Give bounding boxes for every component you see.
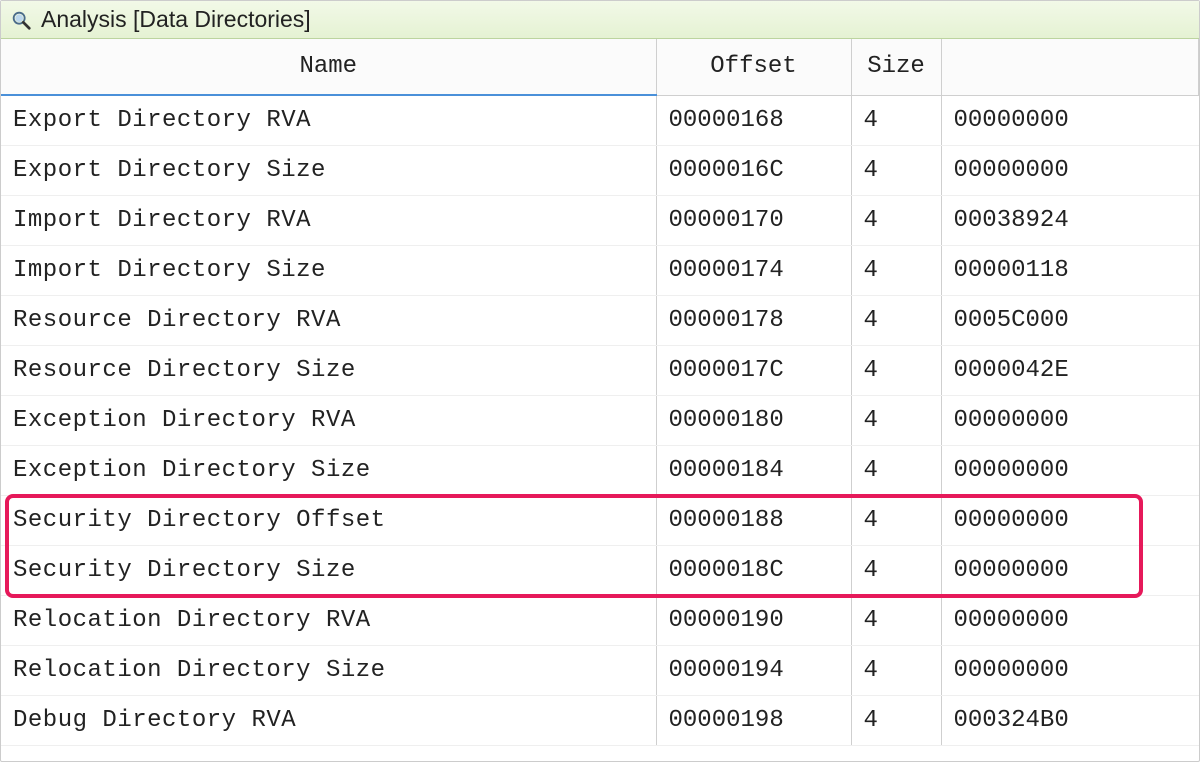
cell-size: 4 bbox=[851, 546, 941, 596]
cell-value: 00038924 bbox=[941, 196, 1199, 246]
table-row[interactable]: Exception Directory Size0000018440000000… bbox=[1, 446, 1199, 496]
cell-size: 4 bbox=[851, 496, 941, 546]
cell-offset: 00000170 bbox=[656, 196, 851, 246]
table-scroll[interactable]: Name Offset Size Export Directory RVA000… bbox=[1, 39, 1199, 761]
cell-name: Resource Directory RVA bbox=[1, 296, 656, 346]
cell-name: Security Directory Size bbox=[1, 546, 656, 596]
cell-value: 00000000 bbox=[941, 646, 1199, 696]
cell-value: 0005C000 bbox=[941, 296, 1199, 346]
cell-size: 4 bbox=[851, 646, 941, 696]
cell-size: 4 bbox=[851, 95, 941, 146]
cell-name: Exception Directory RVA bbox=[1, 396, 656, 446]
cell-size: 4 bbox=[851, 146, 941, 196]
cell-name: Import Directory Size bbox=[1, 246, 656, 296]
magnifier-icon bbox=[9, 8, 33, 32]
table-row[interactable]: Export Directory RVA00000168400000000 bbox=[1, 95, 1199, 146]
cell-value: 0000042E bbox=[941, 346, 1199, 396]
cell-value: 00000000 bbox=[941, 396, 1199, 446]
cell-size: 4 bbox=[851, 696, 941, 746]
cell-offset: 00000190 bbox=[656, 596, 851, 646]
cell-value: 00000000 bbox=[941, 496, 1199, 546]
cell-offset: 00000174 bbox=[656, 246, 851, 296]
cell-size: 4 bbox=[851, 246, 941, 296]
cell-value: 00000000 bbox=[941, 146, 1199, 196]
column-header-value[interactable] bbox=[941, 39, 1199, 95]
cell-value: 000324B0 bbox=[941, 696, 1199, 746]
panel-header: Analysis [Data Directories] bbox=[1, 1, 1199, 39]
cell-name: Export Directory RVA bbox=[1, 95, 656, 146]
column-header-size[interactable]: Size bbox=[851, 39, 941, 95]
table-row[interactable]: Import Directory Size00000174400000118 bbox=[1, 246, 1199, 296]
cell-name: Relocation Directory RVA bbox=[1, 596, 656, 646]
data-directories-table: Name Offset Size Export Directory RVA000… bbox=[1, 39, 1199, 746]
table-row[interactable]: Import Directory RVA00000170400038924 bbox=[1, 196, 1199, 246]
table-header-row: Name Offset Size bbox=[1, 39, 1199, 95]
cell-offset: 00000194 bbox=[656, 646, 851, 696]
table-row[interactable]: Resource Directory Size0000017C40000042E bbox=[1, 346, 1199, 396]
cell-name: Relocation Directory Size bbox=[1, 646, 656, 696]
cell-size: 4 bbox=[851, 296, 941, 346]
cell-size: 4 bbox=[851, 196, 941, 246]
table-row[interactable]: Relocation Directory Size000001944000000… bbox=[1, 646, 1199, 696]
table-row[interactable]: Resource Directory RVA0000017840005C000 bbox=[1, 296, 1199, 346]
cell-offset: 00000178 bbox=[656, 296, 851, 346]
cell-offset: 00000198 bbox=[656, 696, 851, 746]
cell-offset: 00000180 bbox=[656, 396, 851, 446]
analysis-panel: Analysis [Data Directories] Name Offset … bbox=[0, 0, 1200, 762]
cell-size: 4 bbox=[851, 596, 941, 646]
cell-value: 00000000 bbox=[941, 596, 1199, 646]
cell-name: Import Directory RVA bbox=[1, 196, 656, 246]
table-row[interactable]: Security Directory Offset000001884000000… bbox=[1, 496, 1199, 546]
panel-title: Analysis [Data Directories] bbox=[41, 6, 311, 33]
cell-offset: 0000018C bbox=[656, 546, 851, 596]
table-row[interactable]: Export Directory Size0000016C400000000 bbox=[1, 146, 1199, 196]
cell-size: 4 bbox=[851, 346, 941, 396]
cell-offset: 0000016C bbox=[656, 146, 851, 196]
cell-value: 00000000 bbox=[941, 446, 1199, 496]
cell-value: 00000000 bbox=[941, 546, 1199, 596]
cell-name: Debug Directory RVA bbox=[1, 696, 656, 746]
column-header-offset[interactable]: Offset bbox=[656, 39, 851, 95]
cell-name: Security Directory Offset bbox=[1, 496, 656, 546]
cell-offset: 00000168 bbox=[656, 95, 851, 146]
table-row[interactable]: Relocation Directory RVA0000019040000000… bbox=[1, 596, 1199, 646]
cell-name: Exception Directory Size bbox=[1, 446, 656, 496]
column-header-name[interactable]: Name bbox=[1, 39, 656, 95]
cell-offset: 0000017C bbox=[656, 346, 851, 396]
cell-size: 4 bbox=[851, 396, 941, 446]
cell-value: 00000000 bbox=[941, 95, 1199, 146]
table-row[interactable]: Security Directory Size0000018C400000000 bbox=[1, 546, 1199, 596]
cell-value: 00000118 bbox=[941, 246, 1199, 296]
table-row[interactable]: Debug Directory RVA000001984000324B0 bbox=[1, 696, 1199, 746]
table-row[interactable]: Exception Directory RVA00000180400000000 bbox=[1, 396, 1199, 446]
cell-size: 4 bbox=[851, 446, 941, 496]
cell-offset: 00000184 bbox=[656, 446, 851, 496]
cell-offset: 00000188 bbox=[656, 496, 851, 546]
cell-name: Export Directory Size bbox=[1, 146, 656, 196]
cell-name: Resource Directory Size bbox=[1, 346, 656, 396]
